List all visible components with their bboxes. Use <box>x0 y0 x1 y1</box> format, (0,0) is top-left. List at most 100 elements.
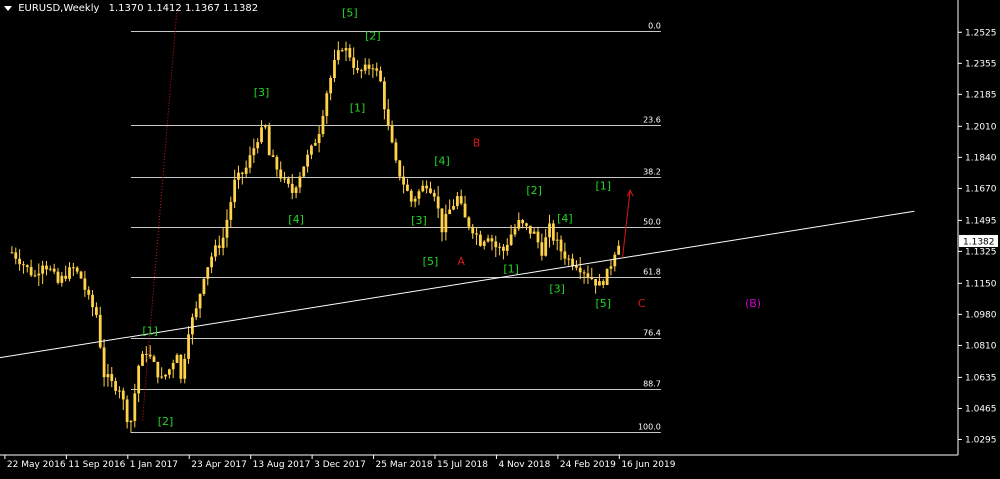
candle-body <box>375 68 379 71</box>
candle-body <box>402 176 405 185</box>
candle-body <box>110 374 114 382</box>
candle-body <box>283 178 286 180</box>
candle-body <box>321 115 325 135</box>
candle-body <box>517 220 521 229</box>
candle-body <box>298 176 302 188</box>
wave-label: [1] <box>350 102 366 115</box>
candle-body <box>578 267 582 273</box>
y-tick-label: 1.2355 <box>965 59 997 69</box>
y-tick-label: 1.1495 <box>965 216 997 226</box>
candle-body <box>302 166 306 177</box>
red-dotted-line <box>141 8 178 421</box>
candle-body <box>398 160 402 177</box>
ohlc-readout: 1.1370 1.1412 1.1367 1.1382 <box>108 3 259 14</box>
candle-body <box>551 223 555 241</box>
candle-body <box>240 172 244 174</box>
candle-body <box>417 191 421 199</box>
candle-body <box>329 77 333 94</box>
candle-body <box>394 142 398 161</box>
candle-body <box>148 354 152 357</box>
candlestick-chart[interactable]: 0.0 23.6 38.2 50.0 61.8 76.4 88.7 100.0 [5] [2] [3… <box>0 0 1000 475</box>
candle-body <box>60 275 64 283</box>
candle-body <box>191 317 194 335</box>
wave-label: A <box>457 255 465 268</box>
fib-level-label: 23.6 <box>643 116 661 125</box>
candle-body <box>333 59 336 78</box>
y-tick-label: 1.0295 <box>965 435 997 445</box>
candle-body <box>555 239 559 241</box>
y-tick-label: 1.1670 <box>965 184 997 194</box>
candle-body <box>463 203 467 218</box>
candle-body <box>102 347 106 378</box>
y-tick-label: 1.1840 <box>965 153 997 163</box>
candle-body <box>344 48 348 51</box>
fib-level-label: 76.4 <box>643 329 661 338</box>
candle-body <box>45 265 48 270</box>
candle-body <box>586 273 590 278</box>
wave-label: (B) <box>745 297 761 310</box>
candle-body <box>118 390 121 392</box>
candle-body <box>367 64 371 69</box>
x-tick-label: 4 Nov 2018 <box>498 460 550 470</box>
chart-area[interactable]: 0.0 23.6 38.2 50.0 61.8 76.4 88.7 100.0 [5] [2] [3… <box>0 0 1000 475</box>
candle-body <box>325 93 329 116</box>
candle-body <box>340 50 344 52</box>
dropdown-triangle-icon[interactable] <box>4 5 12 11</box>
candle-body <box>260 127 263 143</box>
candle-body <box>575 265 578 268</box>
candle-body <box>271 155 275 157</box>
candle-body <box>509 234 513 245</box>
candle-body <box>617 245 621 255</box>
candle-body <box>206 267 210 279</box>
candle-body <box>287 178 290 184</box>
candle-body <box>609 266 613 269</box>
candle-body <box>490 238 494 242</box>
candle-body <box>406 184 409 191</box>
candle-body <box>471 226 475 234</box>
candle-body <box>18 258 21 265</box>
fib-level-label: 50.0 <box>643 218 661 227</box>
candle-body <box>532 231 536 234</box>
candle-body <box>313 143 317 146</box>
candle-body <box>448 209 452 215</box>
candle-body <box>37 273 41 276</box>
x-tick-label: 23 Apr 2017 <box>191 460 247 470</box>
candle-body <box>229 202 233 220</box>
candle-body <box>498 246 501 248</box>
candle-body <box>548 223 551 238</box>
y-tick-label: 1.0465 <box>965 404 997 414</box>
candle-body <box>413 198 417 202</box>
candle-body <box>513 228 517 235</box>
candle-body <box>409 190 413 202</box>
candle-body <box>48 268 52 270</box>
candle-body <box>233 179 237 203</box>
candle-body <box>237 172 240 180</box>
candle-body <box>536 231 540 243</box>
candle-body <box>356 67 359 71</box>
candle-body <box>275 156 279 170</box>
wave-label: [4] <box>288 213 304 226</box>
candle-body <box>252 148 256 156</box>
candle-body <box>383 81 386 110</box>
x-tick-label: 24 Feb 2019 <box>560 460 616 470</box>
candle-body <box>10 252 14 254</box>
candle-body <box>294 187 298 193</box>
candle-body <box>594 279 597 286</box>
candle-body <box>601 281 605 285</box>
candle-body <box>225 219 229 238</box>
candle-body <box>129 420 133 423</box>
candle-body <box>505 244 509 251</box>
candle-body <box>83 278 87 290</box>
candle-body <box>455 196 459 206</box>
wave-label: [2] <box>365 30 381 43</box>
candle-body <box>14 252 18 259</box>
chart-header: EURUSD,Weekly 1.1370 1.1412 1.1367 1.138… <box>4 3 258 14</box>
candle-body <box>22 264 25 266</box>
x-tick-label: 13 Aug 2017 <box>253 460 311 470</box>
fib-level-label: 100.0 <box>638 423 661 432</box>
y-tick-label: 1.2010 <box>965 122 997 132</box>
candle-body <box>363 64 367 71</box>
candle-body <box>352 57 356 68</box>
candle-body <box>567 258 571 260</box>
candle-body <box>502 246 505 251</box>
